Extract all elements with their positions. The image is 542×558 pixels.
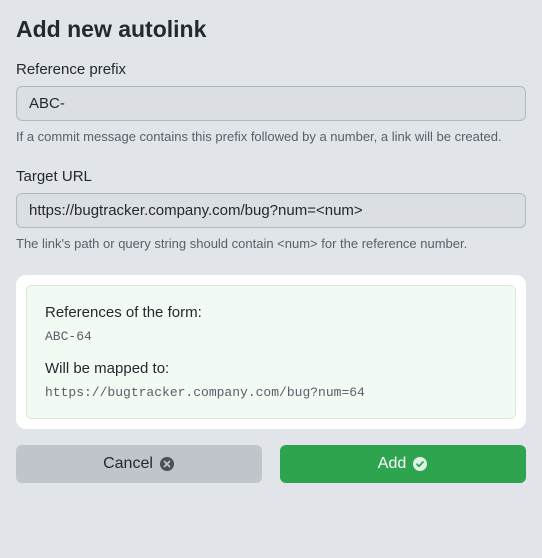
- reference-prefix-input[interactable]: [16, 86, 526, 121]
- preview-references-value: ABC-64: [45, 329, 497, 344]
- add-button[interactable]: Add: [280, 445, 526, 483]
- add-button-label: Add: [378, 455, 406, 473]
- preview-references-label: References of the form:: [45, 304, 497, 321]
- close-circle-icon: [159, 456, 175, 472]
- dialog-title: Add new autolink: [16, 16, 526, 43]
- reference-prefix-helper: If a commit message contains this prefix…: [16, 129, 526, 144]
- preview-mapped-value: https://bugtracker.company.com/bug?num=6…: [45, 385, 497, 400]
- reference-prefix-label: Reference prefix: [16, 61, 526, 78]
- preview-wrapper: References of the form: ABC-64 Will be m…: [16, 275, 526, 429]
- target-url-group: Target URL The link's path or query stri…: [16, 168, 526, 251]
- cancel-button[interactable]: Cancel: [16, 445, 262, 483]
- target-url-input[interactable]: [16, 193, 526, 228]
- target-url-helper: The link's path or query string should c…: [16, 236, 526, 251]
- preview-box: References of the form: ABC-64 Will be m…: [26, 285, 516, 419]
- autolink-dialog: Add new autolink Reference prefix If a c…: [4, 4, 538, 554]
- button-row: Cancel Add: [16, 445, 526, 483]
- preview-mapped-label: Will be mapped to:: [45, 360, 497, 377]
- cancel-button-label: Cancel: [103, 455, 153, 473]
- target-url-label: Target URL: [16, 168, 526, 185]
- reference-prefix-group: Reference prefix If a commit message con…: [16, 61, 526, 144]
- check-circle-icon: [412, 456, 428, 472]
